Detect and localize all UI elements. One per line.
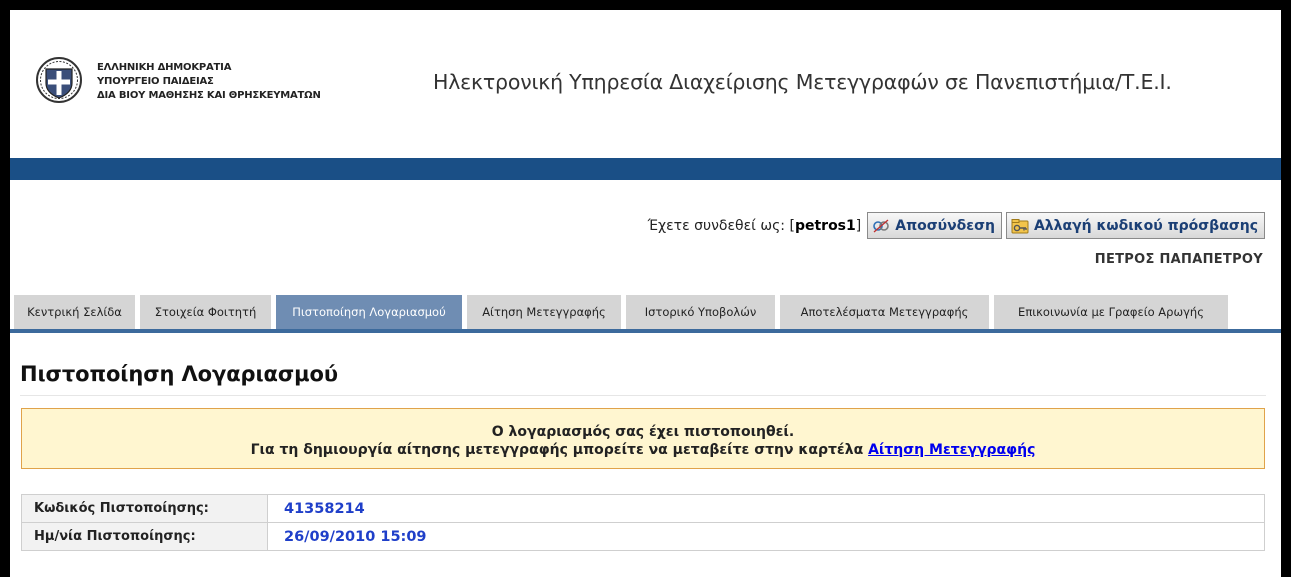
tab-home[interactable]: Κεντρική Σελίδα xyxy=(14,295,135,329)
page: ΕΛΛΗΝΙΚΗ ΔΗΜΟΚΡΑΤΙΑ ΥΠΟΥΡΓΕΙΟ ΠΑΙΔΕΙΑΣ Δ… xyxy=(10,10,1281,577)
verification-date-value: 26/09/2010 15:09 xyxy=(267,522,1265,551)
tab-account-verification[interactable]: Πιστοποίηση Λογαριασμού xyxy=(276,295,462,329)
logged-in-as-text: Έχετε συνδεθεί ως: [petros1] xyxy=(648,218,862,234)
ministry-line-1: ΕΛΛΗΝΙΚΗ ΔΗΜΟΚΡΑΤΙΑ xyxy=(97,62,232,73)
verification-code-label: Κωδικός Πιστοποίησης: xyxy=(21,494,268,523)
tab-transfer-results[interactable]: Αποτελέσματα Μετεγγραφής xyxy=(780,295,989,329)
tab-contact-helpdesk[interactable]: Επικοινωνία με Γραφείο Αρωγής xyxy=(994,295,1228,329)
ministry-line-3: ΔΙΑ ΒΙΟΥ ΜΑΘΗΣΗΣ ΚΑΙ ΘΡΗΣΚΕΥΜΑΤΩΝ xyxy=(97,90,321,101)
tab-transfer-application[interactable]: Αίτηση Μετεγγραφής xyxy=(467,295,621,329)
header-bar xyxy=(10,158,1281,180)
user-info-bar: Έχετε συνδεθεί ως: [petros1] Αποσύνδεση … xyxy=(648,212,1265,239)
username: petros1 xyxy=(794,217,856,234)
verification-notice: Ο λογαριασμός σας έχει πιστοποιηθεί. Για… xyxy=(21,408,1265,469)
notice-line-2-text: Για τη δημιουργία αίτησης μετεγγραφής μπ… xyxy=(250,442,869,458)
change-password-label: Αλλαγή κωδικού πρόσβασης xyxy=(1033,217,1258,234)
notice-line-1: Ο λογαριασμός σας έχει πιστοποιηθεί. xyxy=(491,424,795,440)
logged-in-suffix: ] xyxy=(855,217,862,234)
notice-line-2: Για τη δημιουργία αίτησης μετεγγραφής μπ… xyxy=(22,442,1264,458)
main-tabs: Κεντρική Σελίδα Στοιχεία Φοιτητή Πιστοπο… xyxy=(10,295,1281,333)
logged-in-prefix: Έχετε συνδεθεί ως: [ xyxy=(647,217,795,234)
title-divider xyxy=(20,395,1266,396)
header: ΕΛΛΗΝΙΚΗ ΔΗΜΟΚΡΑΤΙΑ ΥΠΟΥΡΓΕΙΟ ΠΑΙΔΕΙΑΣ Δ… xyxy=(10,10,1281,158)
key-folder-icon xyxy=(1011,218,1029,233)
user-full-name: ΠΕΤΡΟΣ ΠΑΠΑΠΕΤΡΟΥ xyxy=(1094,252,1263,267)
verification-info-table: Κωδικός Πιστοποίησης: 41358214 Ημ/νία Πι… xyxy=(21,494,1265,551)
table-row: Ημ/νία Πιστοποίησης: 26/09/2010 15:09 xyxy=(21,522,1265,551)
tab-student-info[interactable]: Στοιχεία Φοιτητή xyxy=(140,295,271,329)
site-title: Ηλεκτρονική Υπηρεσία Διαχείρισης Μετεγγρ… xyxy=(433,70,1172,94)
transfer-application-link[interactable]: Αίτηση Μετεγγραφής xyxy=(868,442,1035,458)
tabs-underline xyxy=(10,329,1281,333)
page-title: Πιστοποίηση Λογαριασμού xyxy=(20,362,338,386)
logout-icon xyxy=(873,219,890,232)
ministry-name: ΕΛΛΗΝΙΚΗ ΔΗΜΟΚΡΑΤΙΑ ΥΠΟΥΡΓΕΙΟ ΠΑΙΔΕΙΑΣ Δ… xyxy=(97,61,321,103)
tab-submission-history[interactable]: Ιστορικό Υποβολών xyxy=(626,295,775,329)
verification-date-label: Ημ/νία Πιστοποίησης: xyxy=(21,522,268,551)
logout-button[interactable]: Αποσύνδεση xyxy=(867,212,1002,239)
change-password-button[interactable]: Αλλαγή κωδικού πρόσβασης xyxy=(1005,212,1265,239)
table-row: Κωδικός Πιστοποίησης: 41358214 xyxy=(21,494,1265,523)
greek-coat-of-arms-logo xyxy=(36,57,82,103)
verification-code-value: 41358214 xyxy=(267,494,1265,523)
logout-label: Αποσύνδεση xyxy=(895,217,995,234)
ministry-line-2: ΥΠΟΥΡΓΕΙΟ ΠΑΙΔΕΙΑΣ xyxy=(97,76,214,87)
